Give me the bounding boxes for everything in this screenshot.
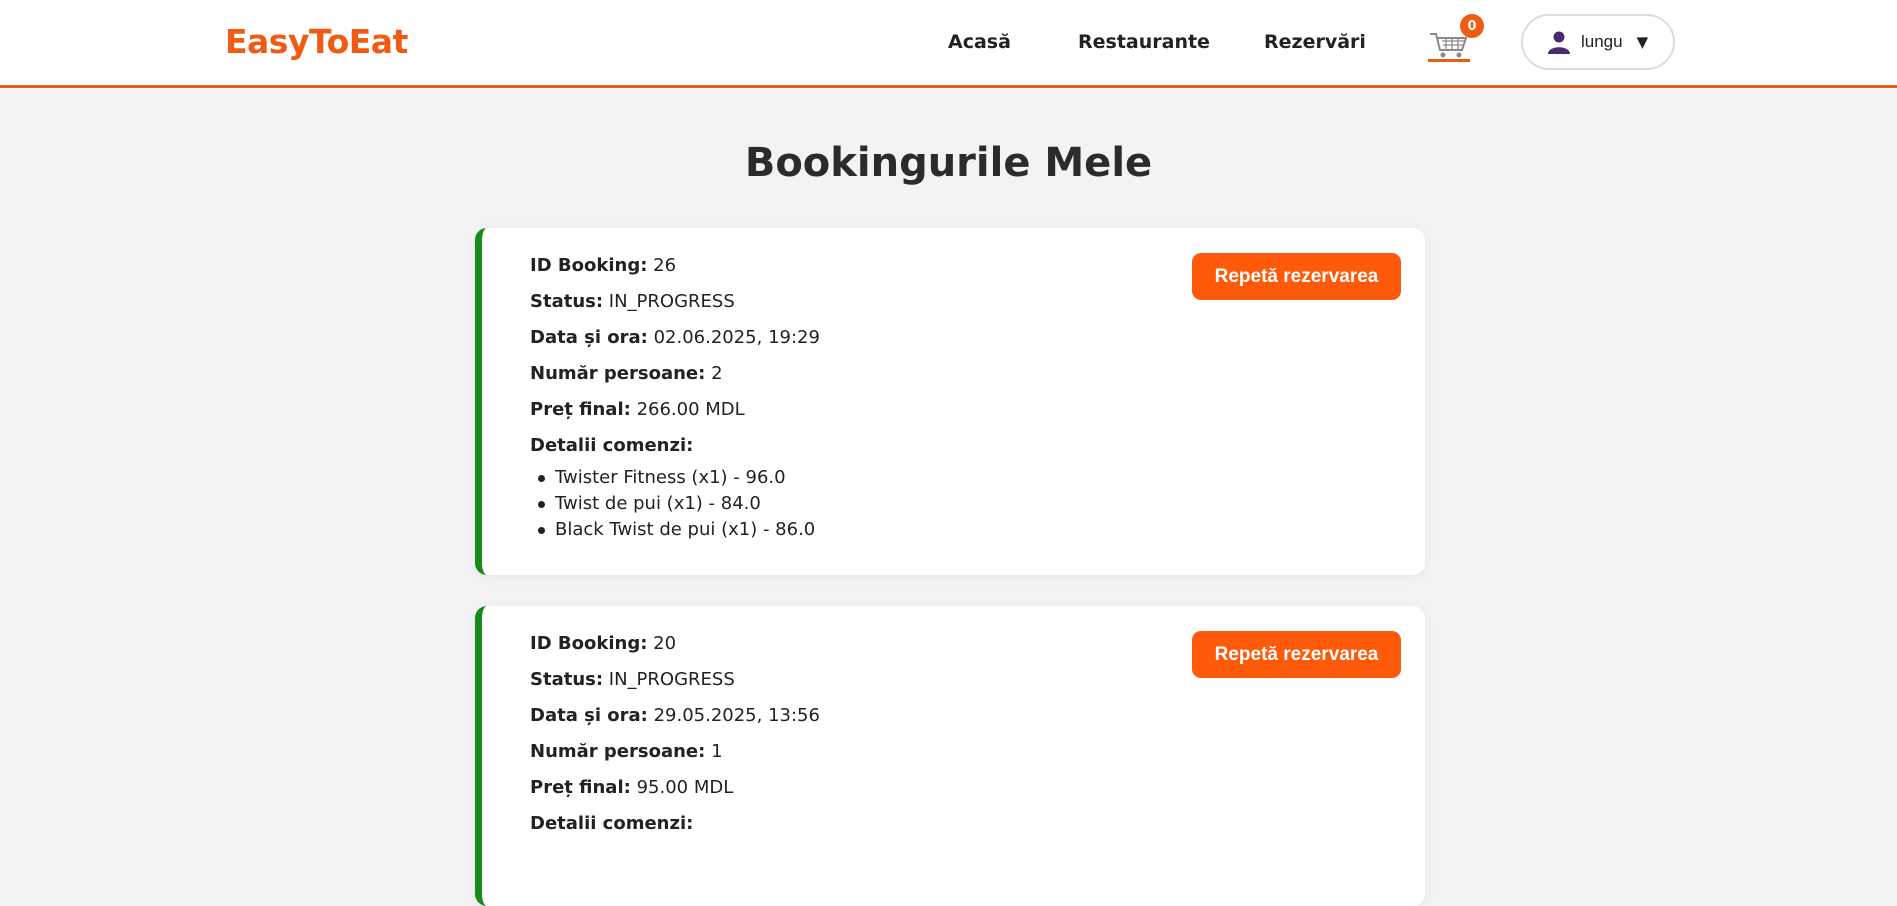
- order-details-title: Detalii comenzi:: [530, 435, 694, 456]
- cart-button[interactable]: 0: [1428, 14, 1484, 62]
- user-menu-button[interactable]: lungu ▼: [1521, 14, 1675, 70]
- repeat-booking-button[interactable]: Repetă rezervarea: [1192, 631, 1401, 678]
- booking-persons: Număr persoane: 1: [530, 741, 820, 777]
- booking-id-label: ID Booking:: [530, 255, 648, 276]
- booking-price-label: Preț final:: [530, 777, 631, 798]
- booking-id-label: ID Booking:: [530, 633, 648, 654]
- booking-datetime-value: 29.05.2025, 13:56: [653, 705, 820, 726]
- navbar: EasyToEat Acasă Restaurante Rezervări 0 …: [0, 0, 1897, 88]
- booking-datetime-label: Data și ora:: [530, 327, 648, 348]
- booking-status-value: IN_PROGRESS: [608, 291, 735, 312]
- booking-details: ID Booking: 26 Status: IN_PROGRESS Data …: [530, 255, 820, 545]
- booking-price-label: Preț final:: [530, 399, 631, 420]
- list-item: Black Twist de pui (x1) - 86.0: [538, 519, 820, 545]
- list-item: Twist de pui (x1) - 84.0: [538, 493, 820, 519]
- booking-card: ID Booking: 20 Status: IN_PROGRESS Data …: [475, 606, 1425, 906]
- booking-id: ID Booking: 26: [530, 255, 820, 291]
- order-details-title: Detalii comenzi:: [530, 813, 694, 834]
- list-item: Twister Fitness (x1) - 96.0: [538, 467, 820, 493]
- booking-datetime-label: Data și ora:: [530, 705, 648, 726]
- booking-id-value: 26: [653, 255, 677, 276]
- logo[interactable]: EasyToEat: [225, 22, 408, 61]
- booking-id: ID Booking: 20: [530, 633, 820, 669]
- booking-price: Preț final: 266.00 MDL: [530, 399, 820, 435]
- booking-details: ID Booking: 20 Status: IN_PROGRESS Data …: [530, 633, 820, 845]
- chevron-down-icon: ▼: [1636, 33, 1649, 51]
- booking-persons-label: Număr persoane:: [530, 363, 706, 384]
- booking-persons: Număr persoane: 2: [530, 363, 820, 399]
- booking-price-value: 95.00 MDL: [636, 777, 734, 798]
- nav-link-restaurants[interactable]: Restaurante: [1078, 31, 1210, 53]
- nav-link-home[interactable]: Acasă: [948, 31, 1011, 53]
- nav-link-bookings[interactable]: Rezervări: [1264, 31, 1366, 53]
- booking-persons-label: Număr persoane:: [530, 741, 706, 762]
- booking-status-label: Status:: [530, 669, 604, 690]
- booking-datetime-value: 02.06.2025, 19:29: [653, 327, 820, 348]
- booking-status: Status: IN_PROGRESS: [530, 291, 820, 327]
- booking-datetime: Data și ora: 02.06.2025, 19:29: [530, 327, 820, 363]
- user-name: lungu: [1581, 32, 1623, 51]
- booking-persons-value: 2: [711, 363, 723, 384]
- page-title: Bookingurile Mele: [744, 140, 1153, 186]
- user-icon: [1548, 31, 1570, 54]
- booking-status: Status: IN_PROGRESS: [530, 669, 820, 705]
- booking-status-label: Status:: [530, 291, 604, 312]
- booking-persons-value: 1: [711, 741, 723, 762]
- order-items-list: Twister Fitness (x1) - 96.0 Twist de pui…: [538, 467, 820, 545]
- booking-price-value: 266.00 MDL: [636, 399, 745, 420]
- booking-datetime: Data și ora: 29.05.2025, 13:56: [530, 705, 820, 741]
- repeat-booking-button[interactable]: Repetă rezervarea: [1192, 253, 1401, 300]
- booking-id-value: 20: [653, 633, 677, 654]
- cart-count-badge: 0: [1460, 14, 1484, 38]
- booking-status-value: IN_PROGRESS: [608, 669, 735, 690]
- booking-card: ID Booking: 26 Status: IN_PROGRESS Data …: [475, 228, 1425, 575]
- booking-price: Preț final: 95.00 MDL: [530, 777, 820, 813]
